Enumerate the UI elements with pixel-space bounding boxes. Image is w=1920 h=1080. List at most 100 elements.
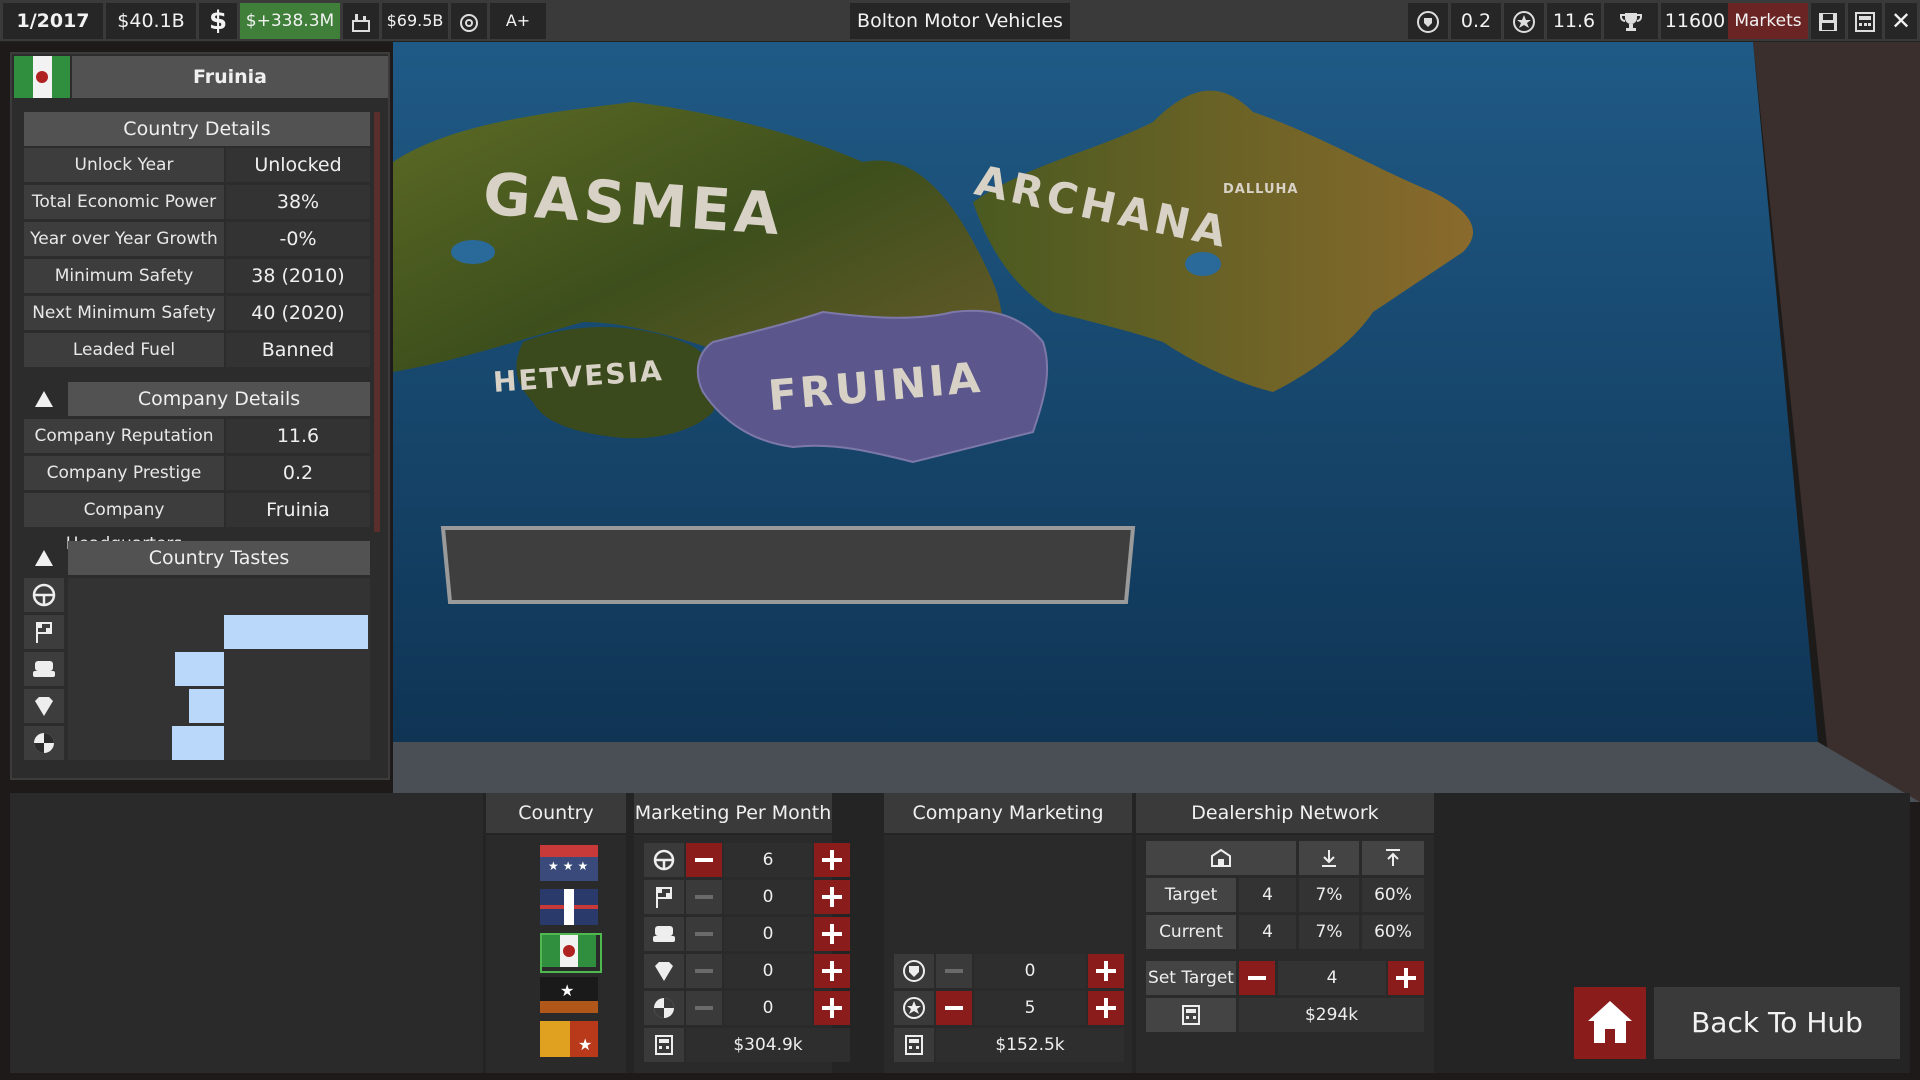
detail-value: Banned bbox=[226, 333, 370, 367]
set-target-value: 4 bbox=[1278, 961, 1386, 995]
marketing-row: 0 bbox=[644, 917, 850, 951]
detail-label: Year over Year Growth bbox=[24, 222, 224, 256]
country-details-header: Country Details bbox=[24, 112, 370, 146]
home-button[interactable] bbox=[1574, 987, 1646, 1059]
decrease-button[interactable] bbox=[686, 991, 722, 1025]
increase-button[interactable] bbox=[814, 991, 850, 1025]
crash-test-icon bbox=[644, 991, 684, 1025]
taste-bar bbox=[172, 726, 224, 760]
decrease-button[interactable] bbox=[686, 880, 722, 914]
close-icon[interactable]: ✕ bbox=[1885, 3, 1917, 39]
arrow-up-to-line-icon bbox=[1362, 841, 1424, 875]
save-icon[interactable] bbox=[1811, 3, 1845, 39]
country-tastes-header[interactable]: Country Tastes bbox=[68, 541, 370, 575]
company-marketing-value: 5 bbox=[974, 991, 1086, 1025]
top-bar: 1/2017 $40.1B $ $+338.3M $69.5B A+ Bolto… bbox=[0, 0, 1920, 42]
country-flag bbox=[14, 56, 70, 98]
detail-value: Unlocked bbox=[226, 148, 370, 182]
country-flag-archana[interactable] bbox=[540, 889, 598, 925]
piggy-bank-icon[interactable] bbox=[451, 3, 487, 39]
current-dealers: 4 bbox=[1239, 915, 1296, 949]
prestige-shield-icon bbox=[1408, 3, 1448, 39]
company-marketing-total: $152.5k bbox=[936, 1028, 1124, 1062]
company-marketing-total-row: $152.5k bbox=[894, 1028, 1124, 1062]
detail-label: Next Minimum Safety bbox=[24, 296, 224, 330]
decrease-button[interactable] bbox=[936, 991, 972, 1025]
country-panel: Fruinia Country Details Unlock Year Unlo… bbox=[10, 52, 390, 780]
detail-label: Unlock Year bbox=[24, 148, 224, 182]
marketing-value: 0 bbox=[724, 954, 812, 988]
steering-wheel-icon bbox=[644, 843, 684, 877]
markets-button[interactable]: Markets bbox=[1728, 3, 1808, 39]
world-map[interactable]: GASMEA ARCHANA DALLUHA HETVESIA FRUINIA bbox=[393, 42, 1920, 802]
country-flag-dalluha[interactable]: ★ bbox=[540, 1021, 598, 1057]
country-flag-hetvesia[interactable]: ★ bbox=[540, 977, 598, 1013]
collapse-triangle-icon[interactable] bbox=[24, 382, 64, 416]
detail-value: Fruinia bbox=[226, 493, 370, 527]
detail-value: -0% bbox=[226, 222, 370, 256]
trophy-icon bbox=[1604, 3, 1658, 39]
checkered-flag-icon bbox=[24, 615, 64, 649]
increase-button[interactable] bbox=[814, 843, 850, 877]
increase-button[interactable] bbox=[1088, 991, 1124, 1025]
decrease-button[interactable] bbox=[686, 954, 722, 988]
home-icon bbox=[1588, 1001, 1632, 1043]
country-column-header: Country bbox=[486, 793, 626, 833]
cash-display: $40.1B bbox=[106, 3, 196, 39]
taste-bar bbox=[175, 652, 224, 686]
company-name: Bolton Motor Vehicles bbox=[850, 3, 1070, 39]
marketing-column-header: Marketing Per Month bbox=[634, 793, 832, 833]
reputation-value: 11.6 bbox=[1547, 3, 1601, 39]
panel-scrollbar[interactable] bbox=[374, 112, 380, 532]
set-target-decrease-button[interactable] bbox=[1239, 961, 1275, 995]
marketing-row: 0 bbox=[644, 880, 850, 914]
calculator-icon[interactable] bbox=[1848, 3, 1882, 39]
factory-value-display: $69.5B bbox=[382, 3, 448, 39]
gem-icon bbox=[644, 954, 684, 988]
detail-label: Leaded Fuel bbox=[24, 333, 224, 367]
company-details-header[interactable]: Company Details bbox=[68, 382, 370, 416]
marketing-row: 6 bbox=[644, 843, 850, 877]
dollar-icon[interactable]: $ bbox=[199, 3, 237, 39]
collapse-triangle-icon[interactable] bbox=[24, 541, 64, 575]
prestige-shield-icon bbox=[894, 954, 934, 988]
decrease-button[interactable] bbox=[686, 843, 722, 877]
credit-rating-display: A+ bbox=[490, 3, 546, 39]
increase-button[interactable] bbox=[1088, 954, 1124, 988]
set-target-increase-button[interactable] bbox=[1388, 961, 1424, 995]
map-label-dalluha: DALLUHA bbox=[1223, 182, 1299, 197]
factory-icon[interactable] bbox=[343, 3, 379, 39]
taste-bar bbox=[189, 689, 224, 723]
increase-button[interactable] bbox=[814, 917, 850, 951]
detail-label: Company Headquarters bbox=[24, 493, 224, 554]
current-label: Current bbox=[1146, 915, 1236, 949]
current-low: 7% bbox=[1299, 915, 1359, 949]
reputation-star-icon bbox=[1504, 3, 1544, 39]
steering-wheel-icon bbox=[24, 578, 64, 612]
detail-label: Minimum Safety bbox=[24, 259, 224, 293]
reputation-star-icon bbox=[894, 991, 934, 1025]
checkered-flag-icon bbox=[644, 880, 684, 914]
car-seat-icon bbox=[24, 652, 64, 686]
profit-display: $+338.3M bbox=[240, 3, 340, 39]
car-seat-icon bbox=[644, 917, 684, 951]
target-low: 7% bbox=[1299, 878, 1359, 912]
company-marketing-value: 0 bbox=[974, 954, 1086, 988]
gem-icon bbox=[24, 689, 64, 723]
back-to-hub-button[interactable]: Back To Hub bbox=[1654, 987, 1900, 1059]
date-display: 1/2017 bbox=[3, 3, 103, 39]
country-flag-fruinia[interactable] bbox=[540, 933, 602, 973]
dealership-cost: $294k bbox=[1239, 998, 1424, 1032]
decrease-button[interactable] bbox=[686, 917, 722, 951]
crash-test-icon bbox=[24, 726, 64, 760]
detail-label: Total Economic Power bbox=[24, 185, 224, 219]
country-flag-gasmea[interactable]: ★★★ bbox=[540, 845, 598, 881]
detail-value: 40 (2020) bbox=[226, 296, 370, 330]
marketing-value: 0 bbox=[724, 880, 812, 914]
detail-label: Company Reputation bbox=[24, 419, 224, 453]
dealership-icon bbox=[1146, 841, 1296, 875]
increase-button[interactable] bbox=[814, 880, 850, 914]
marketing-row: 0 bbox=[644, 954, 850, 988]
decrease-button[interactable] bbox=[936, 954, 972, 988]
increase-button[interactable] bbox=[814, 954, 850, 988]
